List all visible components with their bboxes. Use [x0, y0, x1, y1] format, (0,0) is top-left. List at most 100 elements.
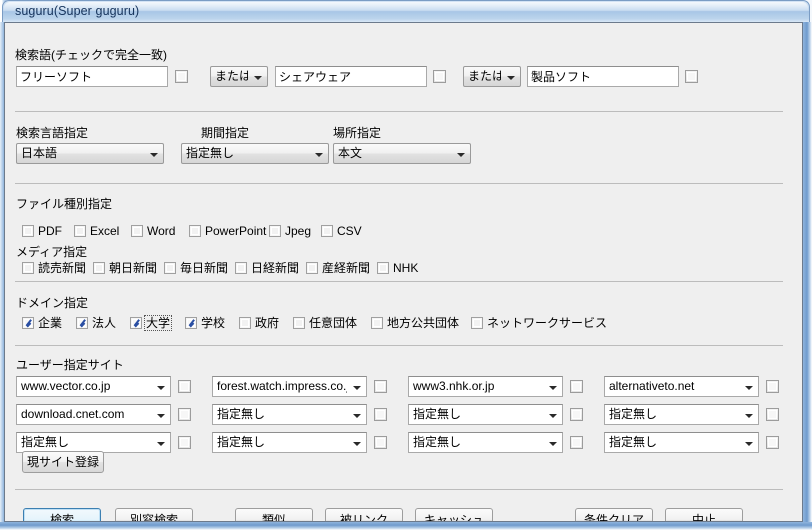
domain-label: ドメイン指定 [16, 296, 89, 310]
period-combo[interactable]: 指定無し [181, 143, 329, 164]
user-site-combo-r3c2[interactable]: 指定無し [212, 432, 367, 453]
user-site-value-r2c3: 指定無し [413, 407, 462, 421]
chevron-down-icon [549, 414, 557, 418]
search-operator-combo-1[interactable]: または [210, 66, 268, 87]
separator-3 [15, 281, 783, 282]
place-combo[interactable]: 本文 [333, 143, 471, 164]
cache-button[interactable]: キャッシュ [415, 508, 493, 521]
chevron-down-icon [150, 153, 158, 157]
separator-1 [15, 111, 783, 112]
checkbox-box [321, 225, 333, 237]
chevron-down-icon [157, 386, 165, 390]
search-term-input-2[interactable] [275, 66, 427, 87]
user-site-value-r3c4: 指定無し [609, 435, 658, 449]
user-site-combo-r1c3[interactable]: www3.nhk.or.jp [408, 376, 563, 397]
chevron-down-icon [157, 442, 165, 446]
chevron-down-icon [315, 153, 323, 157]
user-site-checkbox-r2c2[interactable] [374, 408, 387, 421]
media-label-nikkei: 日経新聞 [251, 261, 300, 275]
place-value: 本文 [338, 146, 363, 160]
search-term-input-3[interactable] [527, 66, 679, 87]
user-site-checkbox-r3c1[interactable] [178, 436, 191, 449]
media-label: メディア指定 [16, 245, 88, 259]
language-label: 検索言語指定 [16, 126, 89, 140]
search-new-window-button[interactable]: 別窓検索 [115, 508, 193, 521]
user-site-combo-r3c4[interactable]: 指定無し [604, 432, 759, 453]
media-label-nhk: NHK [393, 261, 419, 275]
user-site-combo-r1c4[interactable]: alternativeto.net [604, 376, 759, 397]
user-site-checkbox-r1c1[interactable] [178, 380, 191, 393]
user-site-combo-r3c3[interactable]: 指定無し [408, 432, 563, 453]
domain-label-houjin: 法人 [92, 316, 117, 330]
user-site-combo-r1c1[interactable]: www.vector.co.jp [16, 376, 171, 397]
search-operator-value-1: または [215, 69, 248, 83]
user-site-value-r3c1: 指定無し [21, 435, 70, 449]
checkbox-box [239, 317, 251, 329]
similar-button[interactable]: 類似 [235, 508, 313, 521]
checkbox-box [377, 262, 389, 274]
checkbox-box [93, 262, 105, 274]
chevron-down-icon [353, 442, 361, 446]
checkbox-box [306, 262, 318, 274]
register-current-site-button[interactable]: 現サイト登録 [22, 451, 104, 473]
user-site-value-r1c4: alternativeto.net [609, 379, 695, 393]
chevron-down-icon [549, 386, 557, 390]
domain-label-seifu: 政府 [255, 316, 280, 330]
period-value: 指定無し [186, 146, 235, 160]
user-site-checkbox-r1c4[interactable] [766, 380, 779, 393]
user-site-combo-r2c1[interactable]: download.cnet.com [16, 404, 171, 425]
clear-conditions-button[interactable]: 条件クリア [575, 508, 653, 521]
search-operator-value-2: または [468, 69, 501, 83]
user-site-combo-r2c4[interactable]: 指定無し [604, 404, 759, 425]
user-site-combo-r1c2[interactable]: forest.watch.impress.co.jp [212, 376, 367, 397]
user-site-value-r1c2: forest.watch.impress.co.jp [217, 379, 347, 393]
domain-label-network-service: ネットワークサービス [487, 316, 608, 330]
user-site-checkbox-r3c2[interactable] [374, 436, 387, 449]
user-site-checkbox-r3c3[interactable] [570, 436, 583, 449]
user-site-checkbox-r2c3[interactable] [570, 408, 583, 421]
checkbox-box [131, 225, 143, 237]
user-site-checkbox-r1c2[interactable] [374, 380, 387, 393]
chevron-down-icon [549, 442, 557, 446]
chevron-down-icon [457, 153, 465, 157]
stop-button[interactable]: 中止 [665, 508, 743, 521]
user-site-value-r2c4: 指定無し [609, 407, 658, 421]
backlink-button[interactable]: 被リンク [325, 508, 403, 521]
search-term-exact-checkbox-3[interactable] [685, 70, 698, 83]
search-term-input-1[interactable] [16, 66, 168, 87]
search-button[interactable]: 検索 [23, 508, 101, 521]
media-label-asahi: 朝日新聞 [109, 261, 158, 275]
user-site-checkbox-r3c4[interactable] [766, 436, 779, 449]
user-site-checkbox-r2c1[interactable] [178, 408, 191, 421]
user-site-combo-r3c1[interactable]: 指定無し [16, 432, 171, 453]
chevron-down-icon [353, 414, 361, 418]
window-border-bottom [0, 522, 812, 530]
search-terms-label: 検索語(チェックで完全一致) [15, 48, 167, 62]
filetype-label-powerpoint: PowerPoint [205, 224, 267, 238]
search-term-exact-checkbox-2[interactable] [433, 70, 446, 83]
filetype-label: ファイル種別指定 [16, 197, 113, 211]
user-site-combo-r2c3[interactable]: 指定無し [408, 404, 563, 425]
user-sites-label: ユーザー指定サイト [16, 358, 124, 372]
separator-4 [15, 345, 783, 346]
language-combo[interactable]: 日本語 [16, 143, 164, 164]
checkbox-box [22, 317, 34, 329]
filetype-label-jpeg: Jpeg [285, 224, 312, 238]
domain-label-nini-dantai: 任意団体 [309, 316, 358, 330]
search-operator-combo-2[interactable]: または [463, 66, 521, 87]
user-site-checkbox-r2c4[interactable] [766, 408, 779, 421]
search-term-exact-checkbox-1[interactable] [175, 70, 188, 83]
filetype-label-word: Word [147, 224, 176, 238]
checkbox-box [293, 317, 305, 329]
user-site-checkbox-r1c3[interactable] [570, 380, 583, 393]
title-bar[interactable]: suguru(Super guguru) [2, 0, 810, 22]
application-window: suguru(Super guguru) 検索語(チェックで完全一致) または … [0, 0, 812, 530]
language-value: 日本語 [21, 146, 58, 160]
chevron-down-icon [353, 386, 361, 390]
checkbox-box [471, 317, 483, 329]
checkbox-box [22, 262, 34, 274]
checkbox-box [189, 225, 201, 237]
user-site-combo-r2c2[interactable]: 指定無し [212, 404, 367, 425]
filetype-label-pdf: PDF [38, 224, 62, 238]
checkbox-box [185, 317, 197, 329]
